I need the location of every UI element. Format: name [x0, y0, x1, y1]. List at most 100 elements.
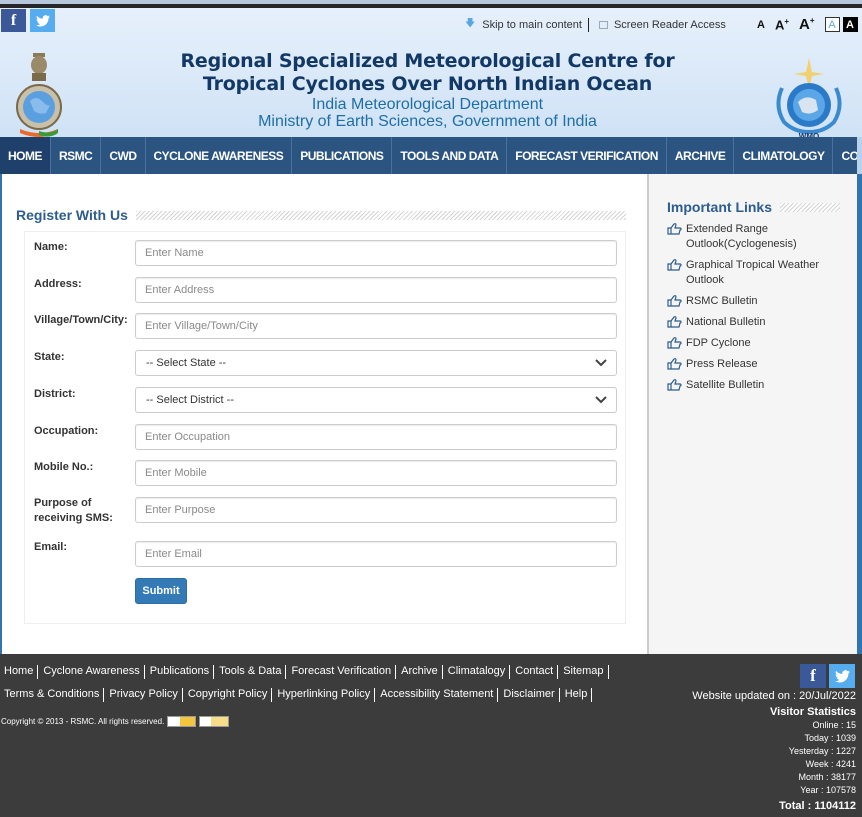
- visitor-statistics: Website updated on : 20/Jul/2022 Visitor…: [692, 689, 856, 814]
- stat-month: Month : 38177: [798, 772, 856, 782]
- mobile-input[interactable]: [135, 460, 617, 486]
- pointing-hand-icon: [667, 259, 682, 271]
- footer-link-hyperlinking[interactable]: Hyperlinking Policy: [277, 688, 374, 702]
- nav-archive[interactable]: ARCHIVE: [667, 137, 735, 174]
- stat-online: Online : 15: [812, 720, 856, 730]
- plus-sign: +: [809, 16, 815, 25]
- divider: [591, 688, 593, 702]
- nav-tools-and-data[interactable]: TOOLS AND DATA: [392, 137, 508, 174]
- city-label: Village/Town/City:: [34, 314, 128, 326]
- contrast-light-button[interactable]: A: [824, 17, 840, 32]
- occupation-input[interactable]: [135, 424, 617, 450]
- address-input[interactable]: [135, 277, 617, 303]
- facebook-link[interactable]: f: [1, 9, 26, 32]
- link-press-release[interactable]: Press Release: [667, 357, 847, 372]
- link-extended-range-outlook[interactable]: Extended Range Outlook(Cyclogenesis): [667, 222, 847, 252]
- link-rsmc-bulletin[interactable]: RSMC Bulletin: [667, 294, 847, 309]
- important-links-list: Extended Range Outlook(Cyclogenesis) Grap…: [667, 222, 847, 399]
- district-select[interactable]: -- Select District --: [135, 387, 617, 413]
- main-content: Register With Us Name: Address: Village/…: [0, 174, 647, 654]
- state-select[interactable]: -- Select State --: [135, 350, 617, 376]
- link-satellite-bulletin[interactable]: Satellite Bulletin: [667, 378, 847, 393]
- footer-link-accessibility[interactable]: Accessibility Statement: [380, 688, 497, 702]
- nav-cyclone-awareness[interactable]: CYCLONE AWARENESS: [146, 137, 293, 174]
- mobile-label: Mobile No.:: [34, 461, 94, 473]
- w3c-css-badge[interactable]: [199, 716, 230, 727]
- link-label-line1: Extended Range: [686, 223, 768, 235]
- state-label: State:: [34, 351, 65, 363]
- plus-sign: +: [784, 16, 790, 26]
- purpose-input[interactable]: [135, 497, 617, 523]
- footer-link-contact[interactable]: Contact: [515, 665, 557, 679]
- footer-link-help[interactable]: Help: [565, 688, 592, 702]
- divider: [557, 665, 559, 679]
- email-input[interactable]: [135, 541, 617, 567]
- title-hatch-decoration: [135, 210, 626, 220]
- link-label: Graphical Tropical Weather Outlook: [686, 258, 819, 288]
- screen-reader-link[interactable]: Screen Reader Access: [614, 19, 726, 31]
- site-header: f 🡇 Skip to main content Screen Reader A…: [0, 8, 862, 140]
- divider: [213, 665, 215, 679]
- font-normal-button[interactable]: A: [757, 19, 765, 31]
- link-fdp-cyclone[interactable]: FDP Cyclone: [667, 336, 847, 351]
- footer-link-cyclone-awareness[interactable]: Cyclone Awareness: [43, 665, 143, 679]
- pointing-hand-icon: [667, 223, 682, 235]
- name-label: Name:: [34, 241, 68, 253]
- footer-link-privacy[interactable]: Privacy Policy: [109, 688, 181, 702]
- footer-twitter-link[interactable]: [829, 664, 855, 688]
- footer-link-home[interactable]: Home: [4, 665, 37, 679]
- link-label-line1: Graphical Tropical Weather: [686, 259, 820, 271]
- nav-cwd[interactable]: CWD: [101, 137, 146, 174]
- link-label: Satellite Bulletin: [686, 379, 765, 391]
- twitter-link[interactable]: [30, 9, 55, 32]
- footer-link-terms[interactable]: Terms & Conditions: [4, 688, 103, 702]
- footer-link-tools-data[interactable]: Tools & Data: [219, 665, 285, 679]
- state-select-value: -- Select State --: [146, 357, 227, 369]
- pointing-hand-icon: [667, 295, 682, 307]
- footer-links-row1: Home Cyclone Awareness Publications Tool…: [4, 665, 614, 679]
- stat-total: Total : 1104112: [779, 800, 856, 812]
- divider: [395, 665, 397, 679]
- visitor-stats-title: Visitor Statistics: [770, 706, 856, 718]
- footer-link-forecast-verification[interactable]: Forecast Verification: [291, 665, 395, 679]
- font-larger-button[interactable]: A+: [799, 16, 815, 33]
- submit-button[interactable]: Submit: [135, 578, 187, 604]
- footer-links-row2: Terms & Conditions Privacy Policy Copyri…: [4, 688, 597, 702]
- city-input[interactable]: [135, 313, 617, 339]
- register-form: Name: Address: Village/Town/City: State:…: [24, 231, 626, 624]
- skip-to-main-link[interactable]: Skip to main content: [482, 19, 582, 31]
- site-subtitle-line1: India Meteorological Department: [311, 96, 544, 113]
- imd-emblem-logo: [16, 53, 62, 137]
- footer-link-disclaimer[interactable]: Disclaimer: [503, 688, 558, 702]
- divider: [497, 688, 499, 702]
- nav-forecast-verification[interactable]: FORECAST VERIFICATION: [507, 137, 667, 174]
- link-label: Press Release: [686, 358, 758, 370]
- link-graphical-tropical-weather-outlook[interactable]: Graphical Tropical Weather Outlook: [667, 258, 847, 288]
- title-hatch-decoration: [780, 202, 841, 212]
- contrast-dark-button[interactable]: A: [842, 17, 858, 32]
- divider: [143, 665, 145, 679]
- nav-home[interactable]: HOME: [0, 137, 51, 174]
- divider: [607, 665, 609, 679]
- footer-link-copyright-policy[interactable]: Copyright Policy: [188, 688, 271, 702]
- divider: [285, 665, 287, 679]
- footer-link-sitemap[interactable]: Sitemap: [563, 665, 607, 679]
- name-input[interactable]: [135, 240, 617, 266]
- font-large-button[interactable]: A+: [775, 17, 789, 32]
- nav-rsmc[interactable]: RSMC: [51, 137, 102, 174]
- nav-publications[interactable]: PUBLICATIONS: [292, 137, 393, 174]
- important-links-section-title: Important Links: [667, 199, 841, 215]
- purpose-label: Purpose of receiving SMS:: [34, 496, 113, 526]
- footer-link-climatalogy[interactable]: Climatalogy: [448, 665, 509, 679]
- nav-climatology[interactable]: CLIMATOLOGY: [734, 137, 834, 174]
- w3c-xhtml-badge[interactable]: [167, 716, 197, 727]
- facebook-icon: f: [810, 666, 816, 685]
- font-larger-label: A: [799, 16, 810, 33]
- site-title-line1: Regional Specialized Meteorological Cent…: [180, 50, 675, 72]
- site-title-block: Regional Specialized Meteorological Cent…: [180, 50, 675, 130]
- footer-facebook-link[interactable]: f: [800, 664, 826, 688]
- accessibility-links: 🡇 Skip to main content Screen Reader Acc…: [465, 16, 726, 33]
- footer-link-publications[interactable]: Publications: [150, 665, 213, 679]
- footer-link-archive[interactable]: Archive: [401, 665, 442, 679]
- link-national-bulletin[interactable]: National Bulletin: [667, 315, 847, 330]
